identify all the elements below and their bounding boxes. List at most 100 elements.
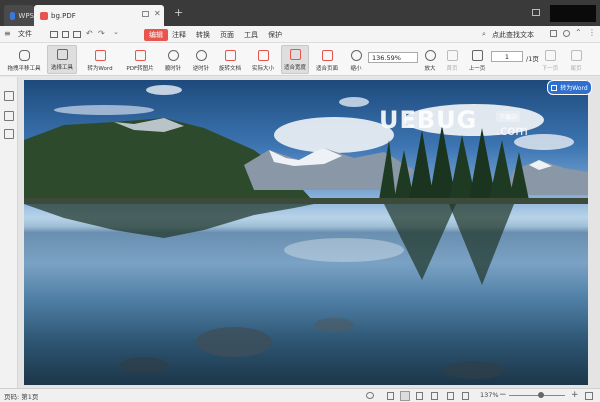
user-account-area[interactable]: [550, 5, 596, 22]
menu-file[interactable]: 文件: [18, 29, 32, 39]
tree-reflection: [449, 204, 514, 285]
fullscreen-icon[interactable]: [462, 392, 469, 400]
menu-convert[interactable]: 转换: [196, 30, 210, 40]
tab-pdf-document[interactable]: bg.PDF ✕: [34, 5, 164, 26]
last-page-icon: [570, 50, 582, 61]
last-page-button[interactable]: 尾页: [566, 45, 586, 74]
zoom-percent-label[interactable]: 137%: [480, 391, 499, 399]
new-tab-button[interactable]: +: [174, 7, 183, 18]
redo-icon[interactable]: ↷: [98, 29, 105, 38]
page-number-input[interactable]: 1: [491, 51, 523, 62]
page-total-label: /1页: [526, 55, 539, 63]
previous-page-button[interactable]: 上一页: [466, 45, 488, 74]
zoom-out-small-icon[interactable]: −: [499, 390, 507, 400]
watermark-tag: 下载站: [496, 111, 521, 122]
hand-pan-tool-button[interactable]: 拖拽平移工具: [4, 45, 44, 74]
tab-wps-label: WPS: [18, 11, 34, 20]
zoom-in-small-icon[interactable]: +: [571, 390, 579, 400]
rotate-document-button[interactable]: 旋转文档: [216, 45, 244, 74]
actual-size-button[interactable]: 实际大小: [249, 45, 277, 74]
next-page-button[interactable]: 下一页: [538, 45, 562, 74]
actual-size-icon: [257, 50, 269, 61]
rotate-ccw-icon: [195, 50, 207, 61]
first-page-icon: [446, 50, 458, 61]
zoom-level-select[interactable]: 136.59%: [368, 52, 418, 63]
window-mode-icon[interactable]: [532, 9, 540, 16]
page-indicator: 页码: 第1页: [4, 393, 39, 401]
cloud-sync-icon[interactable]: [550, 30, 557, 37]
watermark-logo-text: UEBUG: [379, 106, 478, 134]
underwater-rock: [119, 357, 169, 373]
tab-pdf-label: bg.PDF: [51, 11, 76, 20]
convert-to-word-button[interactable]: 转为Word: [82, 45, 118, 74]
rotate-counterclockwise-button[interactable]: 逆时针: [188, 45, 214, 74]
watermark-domain-text: .com: [496, 124, 528, 139]
menu-annotate[interactable]: 注释: [172, 30, 186, 40]
menu-page[interactable]: 页面: [220, 30, 234, 40]
rotate-clockwise-button[interactable]: 顺时针: [160, 45, 186, 74]
select-tool-button[interactable]: 选择工具: [47, 45, 77, 74]
zoom-slider-handle[interactable]: [538, 392, 544, 398]
mountain-reflection: [24, 204, 314, 238]
open-folder-icon[interactable]: [50, 31, 58, 38]
menu-protect[interactable]: 保护: [268, 30, 282, 40]
wps-logo-icon: [10, 11, 16, 20]
convert-to-word-floating-button[interactable]: 转为Word: [547, 80, 592, 95]
zoom-out-button[interactable]: 缩小: [346, 45, 366, 74]
more-options-icon[interactable]: ⋮: [588, 28, 596, 37]
attachments-icon[interactable]: [4, 129, 14, 139]
cloud-reflection: [284, 238, 404, 262]
menu-edit[interactable]: 编辑: [144, 29, 168, 41]
hand-icon: [18, 50, 30, 61]
rotate-cw-icon: [167, 50, 179, 61]
help-icon[interactable]: [563, 30, 570, 37]
menu-hamburger-icon[interactable]: ≡: [4, 30, 11, 38]
single-page-view-icon[interactable]: [387, 392, 394, 400]
print-icon[interactable]: [73, 31, 81, 38]
tab-window-icon[interactable]: [142, 11, 149, 17]
pdf-page: UEBUG .com 下载站: [24, 80, 588, 385]
title-bar: WPS bg.PDF ✕ +: [0, 0, 600, 26]
underwater-rock: [314, 318, 354, 332]
menu-tools[interactable]: 工具: [244, 30, 258, 40]
fit-window-icon[interactable]: [585, 392, 593, 400]
ribbon-toolbar: 拖拽平移工具 选择工具 转为Word PDF转图片 顺时针 逆时针 旋转文档 实…: [0, 43, 600, 76]
collapse-ribbon-icon[interactable]: ⌃: [575, 28, 582, 37]
thumbnails-icon[interactable]: [4, 91, 14, 101]
cloud: [146, 85, 182, 95]
rotate-document-icon: [224, 50, 236, 61]
continuous-view-icon[interactable]: [400, 391, 410, 401]
previous-page-icon: [471, 50, 483, 61]
left-sidebar: [0, 77, 18, 388]
pdf-to-word-icon: [94, 50, 106, 61]
cloud: [54, 105, 154, 115]
fit-page-button[interactable]: 适合页面: [313, 45, 341, 74]
next-page-icon: [544, 50, 556, 61]
read-mode-icon[interactable]: [366, 392, 374, 399]
first-page-button[interactable]: 首页: [442, 45, 462, 74]
tree-reflection: [384, 204, 456, 280]
cursor-arrow-icon: [56, 49, 68, 60]
more-chevron-icon[interactable]: ⌄: [113, 28, 119, 36]
pdf-to-image-button[interactable]: PDF转图片: [122, 45, 158, 74]
underwater-rock: [444, 361, 504, 379]
conifer-tree: [489, 140, 514, 200]
conifer-tree: [409, 130, 434, 200]
fit-width-button[interactable]: 适合宽度: [281, 45, 309, 74]
underwater-rock: [196, 327, 272, 357]
document-canvas[interactable]: UEBUG .com 下载站 转为Word: [18, 77, 600, 388]
book-view-icon[interactable]: [431, 392, 438, 400]
save-icon[interactable]: [62, 31, 69, 38]
zoom-in-button[interactable]: 放大: [420, 45, 440, 74]
zoom-slider-track[interactable]: [509, 395, 565, 396]
bookmarks-icon[interactable]: [4, 111, 14, 121]
two-page-view-icon[interactable]: [416, 392, 423, 400]
grid-view-icon[interactable]: [447, 392, 454, 400]
tab-close-icon[interactable]: ✕: [154, 9, 161, 18]
search-text-button[interactable]: 点此查找文本: [492, 30, 534, 40]
search-icon: ⌕: [482, 30, 486, 38]
tab-wps[interactable]: WPS: [4, 5, 34, 26]
undo-icon[interactable]: ↶: [86, 29, 93, 38]
shoreline: [24, 198, 588, 204]
cloud: [339, 97, 369, 107]
